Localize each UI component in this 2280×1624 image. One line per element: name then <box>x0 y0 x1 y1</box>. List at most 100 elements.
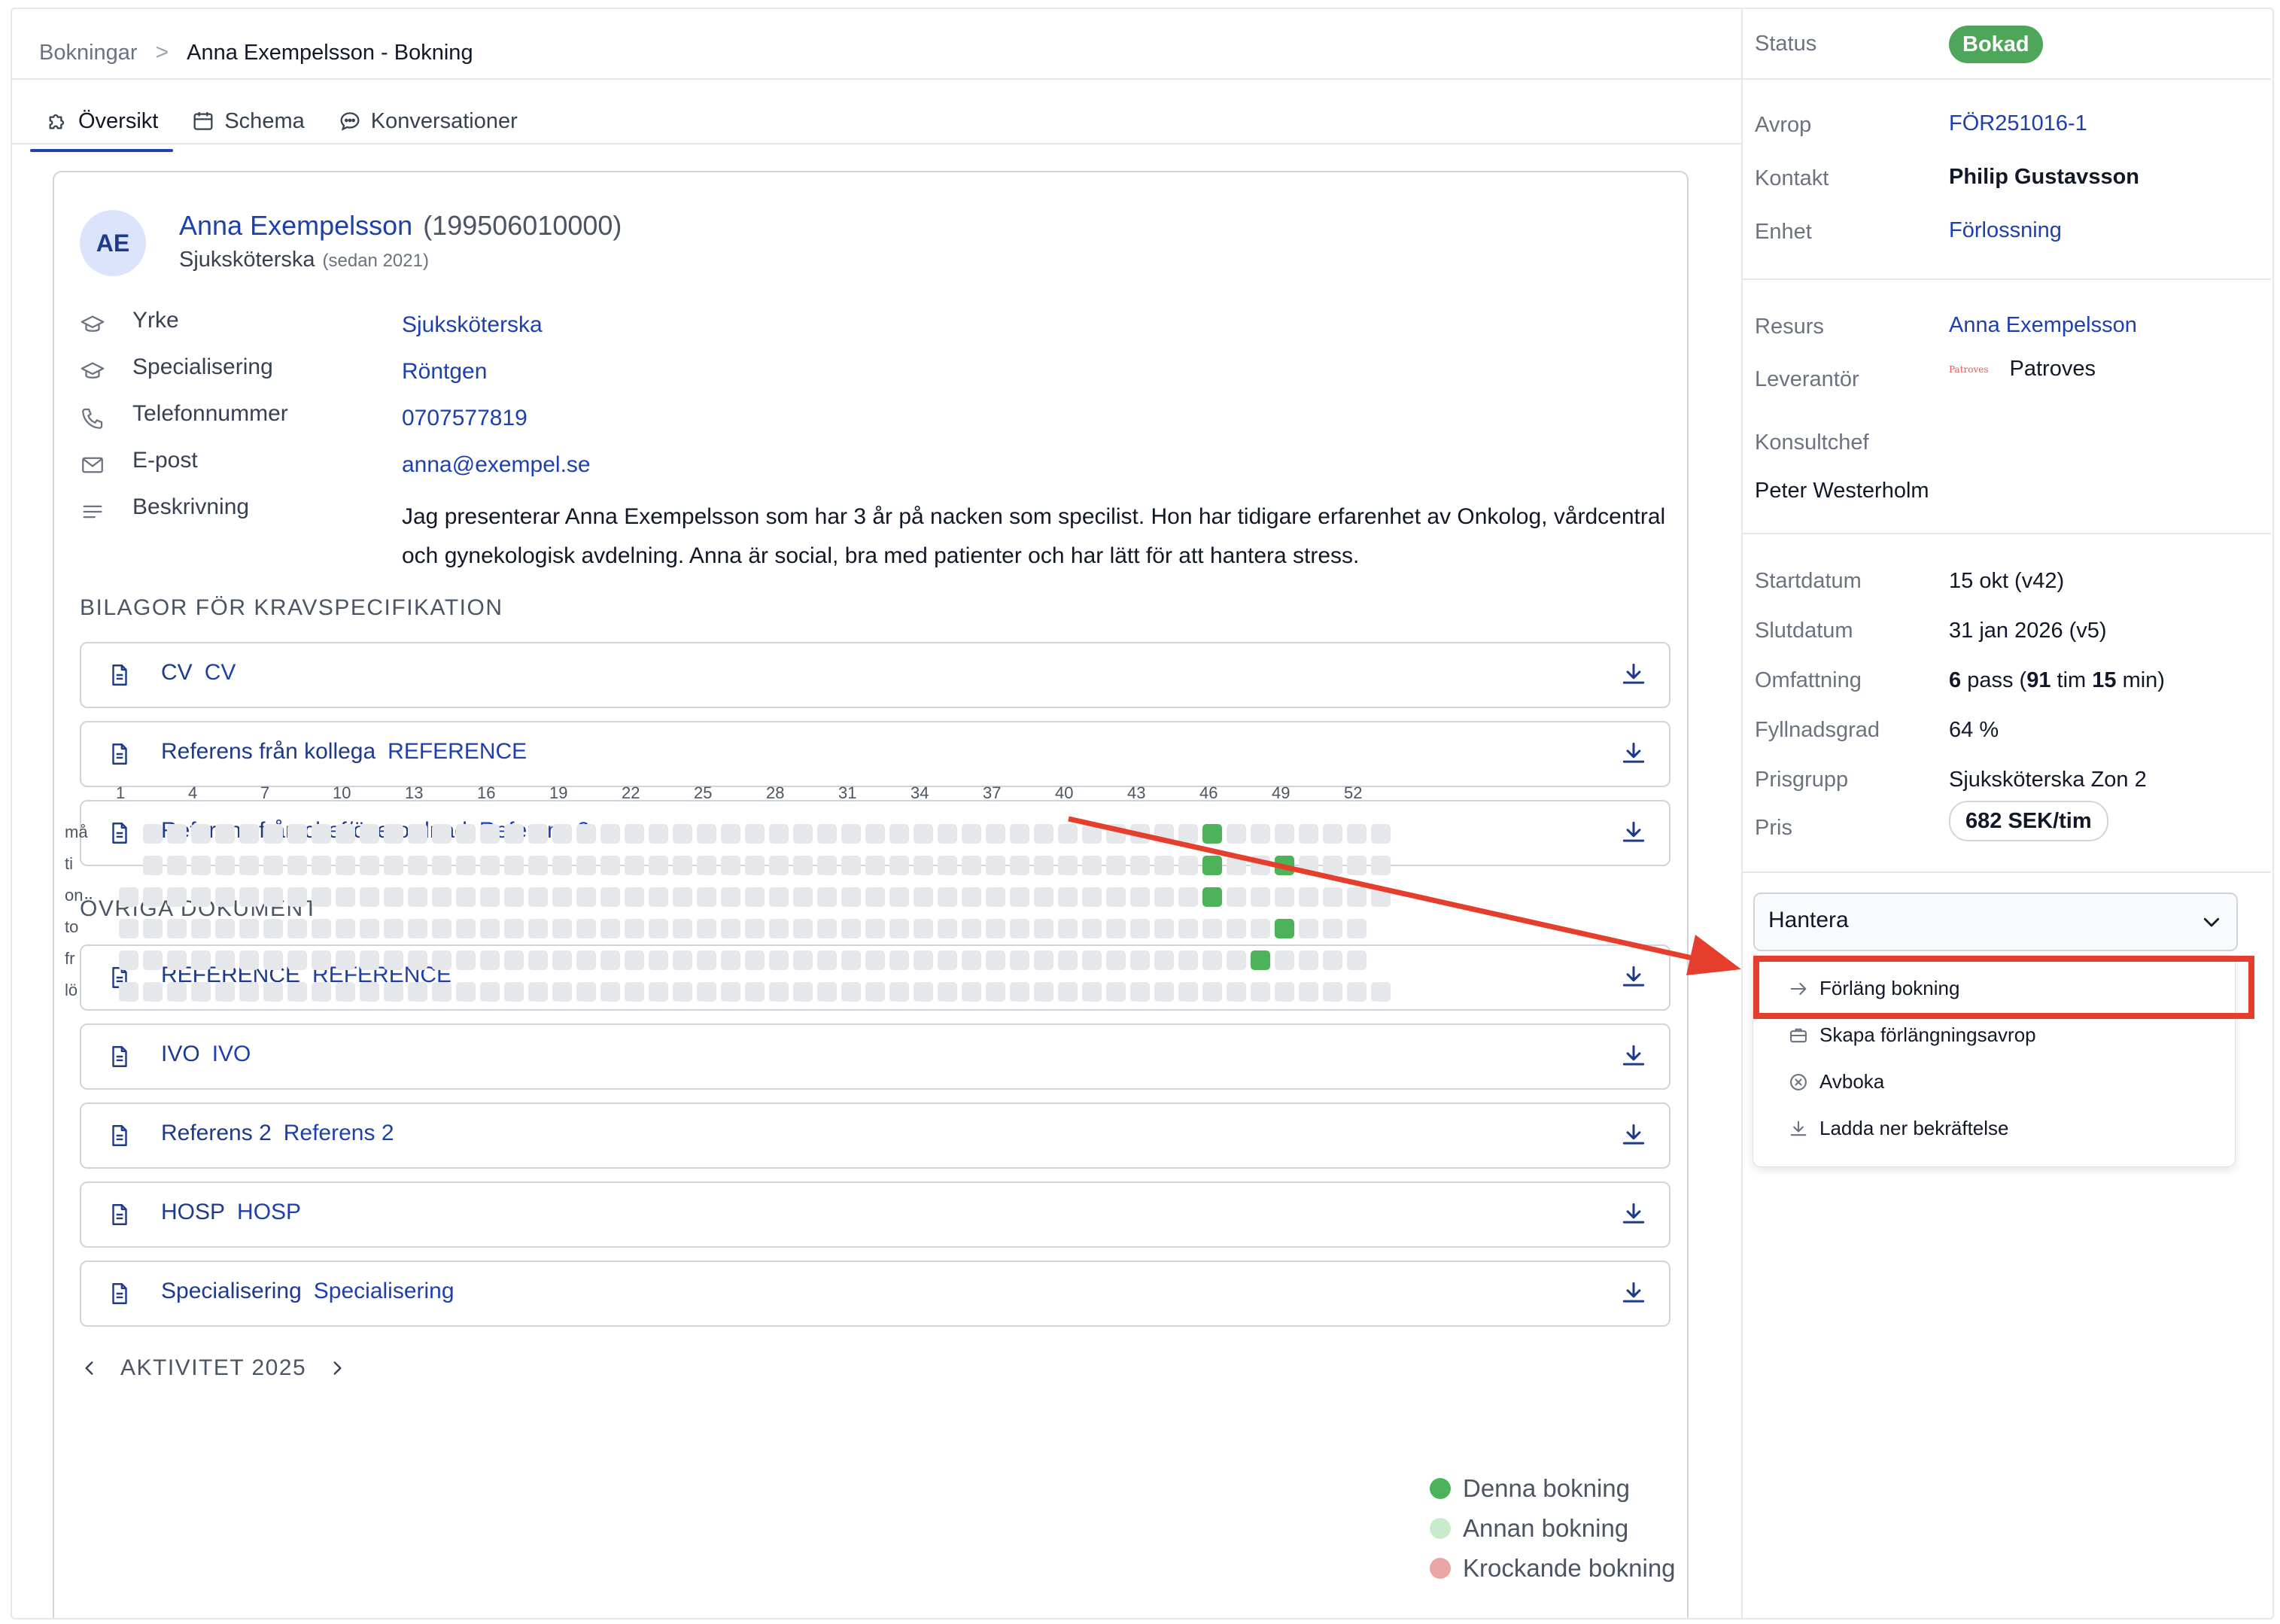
heatmap-cell[interactable] <box>215 887 235 907</box>
heatmap-cell[interactable] <box>865 887 885 907</box>
heatmap-cell[interactable] <box>841 824 861 844</box>
heatmap-cell[interactable] <box>1082 919 1102 938</box>
heatmap-cell[interactable] <box>1251 856 1270 875</box>
heatmap-cell[interactable] <box>263 919 283 938</box>
heatmap-cell[interactable] <box>1347 950 1366 970</box>
heatmap-cell[interactable] <box>600 919 620 938</box>
heatmap-cell[interactable] <box>889 856 909 875</box>
heatmap-cell[interactable] <box>456 919 476 938</box>
heatmap-cell[interactable] <box>360 982 379 1002</box>
heatmap-cell[interactable] <box>1058 919 1078 938</box>
heatmap-cell[interactable] <box>1323 982 1342 1002</box>
heatmap-cell[interactable] <box>1058 856 1078 875</box>
heatmap-cell[interactable] <box>600 824 620 844</box>
heatmap-cell[interactable] <box>1034 856 1053 875</box>
heatmap-cell[interactable] <box>721 982 740 1002</box>
heatmap-cell[interactable] <box>938 919 957 938</box>
heatmap-cell[interactable] <box>239 919 259 938</box>
heatmap-cell[interactable] <box>1106 950 1126 970</box>
enhet-link[interactable]: Förlossning <box>1949 218 2062 243</box>
heatmap-cell[interactable] <box>167 824 187 844</box>
heatmap-cell[interactable] <box>215 982 235 1002</box>
heatmap-cell[interactable] <box>1323 950 1342 970</box>
heatmap-cell[interactable] <box>793 887 813 907</box>
heatmap-cell[interactable] <box>528 856 548 875</box>
heatmap-cell[interactable] <box>408 982 427 1002</box>
heatmap-cell[interactable] <box>432 887 451 907</box>
heatmap-cell[interactable] <box>914 887 933 907</box>
heatmap-cell[interactable] <box>552 824 572 844</box>
heatmap-cell[interactable] <box>504 824 524 844</box>
heatmap-cell[interactable] <box>384 856 403 875</box>
heatmap-cell[interactable] <box>1178 919 1198 938</box>
heatmap-cell[interactable] <box>1130 824 1150 844</box>
heatmap-cell[interactable] <box>360 856 379 875</box>
heatmap-cell[interactable] <box>1058 824 1078 844</box>
heatmap-cell[interactable] <box>504 887 524 907</box>
heatmap-cell[interactable] <box>649 856 668 875</box>
heatmap-cell[interactable] <box>865 982 885 1002</box>
heatmap-cell[interactable] <box>600 950 620 970</box>
heatmap-cell[interactable] <box>841 919 861 938</box>
heatmap-cell[interactable] <box>1251 887 1270 907</box>
heatmap-cell[interactable] <box>649 950 668 970</box>
document-row[interactable]: HOSP HOSP <box>80 1182 1670 1248</box>
heatmap-cell-booked[interactable] <box>1251 950 1270 970</box>
heatmap-cell[interactable] <box>817 950 837 970</box>
heatmap-cell[interactable] <box>504 856 524 875</box>
heatmap-cell[interactable] <box>480 824 500 844</box>
heatmap-cell[interactable] <box>914 950 933 970</box>
heatmap-cell[interactable] <box>1130 919 1150 938</box>
heatmap-cell[interactable] <box>528 824 548 844</box>
heatmap-cell[interactable] <box>1106 919 1126 938</box>
tab-oversikt[interactable]: Översikt <box>29 92 174 152</box>
heatmap-cell[interactable] <box>1082 887 1102 907</box>
heatmap-cell[interactable] <box>1154 856 1174 875</box>
heatmap-cell[interactable] <box>1347 824 1366 844</box>
heatmap-cell[interactable] <box>1299 856 1318 875</box>
heatmap-cell[interactable] <box>480 950 500 970</box>
heatmap-cell[interactable] <box>986 982 1005 1002</box>
heatmap-cell[interactable] <box>408 950 427 970</box>
heatmap-cell[interactable] <box>1058 950 1078 970</box>
telefon-value-link[interactable]: 0707577819 <box>402 406 527 431</box>
chevron-right-icon[interactable] <box>327 1358 347 1378</box>
heatmap-cell[interactable] <box>769 887 789 907</box>
heatmap-cell[interactable] <box>1130 887 1150 907</box>
heatmap-cell[interactable] <box>673 824 692 844</box>
heatmap-cell[interactable] <box>697 919 716 938</box>
heatmap-cell[interactable] <box>625 982 644 1002</box>
heatmap-cell[interactable] <box>938 887 957 907</box>
heatmap-cell[interactable] <box>625 824 644 844</box>
heatmap-cell[interactable] <box>1106 856 1126 875</box>
heatmap-cell[interactable] <box>191 856 211 875</box>
heatmap-cell[interactable] <box>480 856 500 875</box>
heatmap-cell[interactable] <box>1154 950 1174 970</box>
heatmap-cell[interactable] <box>793 950 813 970</box>
heatmap-cell[interactable] <box>336 856 355 875</box>
heatmap-cell[interactable] <box>721 887 740 907</box>
heatmap-cell[interactable] <box>865 950 885 970</box>
heatmap-cell[interactable] <box>889 919 909 938</box>
heatmap-cell[interactable] <box>480 982 500 1002</box>
heatmap-cell[interactable] <box>938 824 957 844</box>
heatmap-cell[interactable] <box>1082 982 1102 1002</box>
heatmap-cell[interactable] <box>889 824 909 844</box>
heatmap-cell[interactable] <box>336 824 355 844</box>
heatmap-cell[interactable] <box>167 982 187 1002</box>
heatmap-cell[interactable] <box>721 950 740 970</box>
heatmap-cell[interactable] <box>576 919 596 938</box>
heatmap-cell[interactable] <box>312 824 331 844</box>
heatmap-cell[interactable] <box>1299 919 1318 938</box>
heatmap-cell[interactable] <box>1178 950 1198 970</box>
heatmap-cell[interactable] <box>1275 824 1294 844</box>
heatmap-cell[interactable] <box>938 982 957 1002</box>
heatmap-cell[interactable] <box>263 856 283 875</box>
heatmap-cell[interactable] <box>215 856 235 875</box>
heatmap-cell[interactable] <box>239 824 259 844</box>
heatmap-cell[interactable] <box>1371 824 1391 844</box>
heatmap-cell[interactable] <box>962 950 981 970</box>
heatmap-cell[interactable] <box>552 856 572 875</box>
heatmap-cell[interactable] <box>793 856 813 875</box>
heatmap-cell[interactable] <box>287 824 307 844</box>
